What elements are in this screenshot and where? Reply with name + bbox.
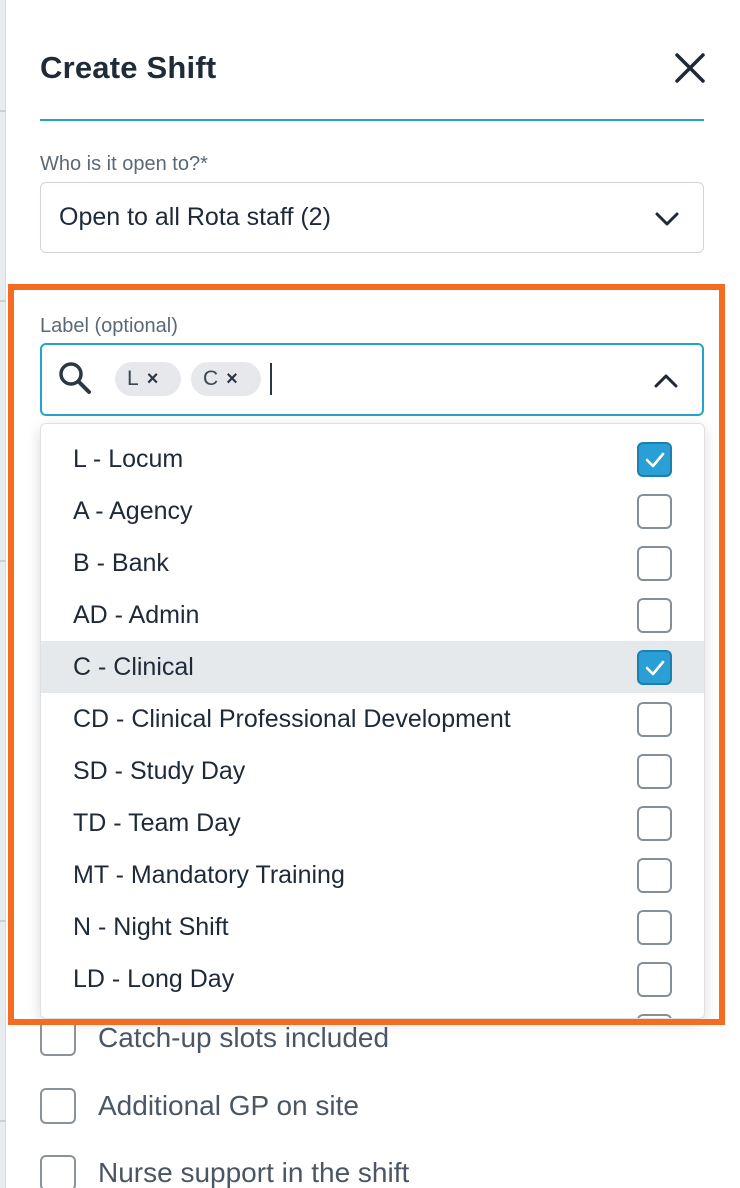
open-to-value: Open to all Rota staff (2) (59, 203, 331, 231)
close-icon (675, 53, 705, 83)
open-to-select[interactable]: Open to all Rota staff (2) (40, 182, 704, 253)
modal-title: Create Shift (40, 50, 217, 85)
nurse-support-checkbox[interactable] (40, 1155, 76, 1188)
additional-gp-label: Additional GP on site (98, 1090, 359, 1121)
nurse-support-label: Nurse support in the shift (98, 1157, 410, 1188)
nurse-support-option[interactable]: Nurse support in the shift (40, 1153, 409, 1188)
close-button[interactable] (670, 48, 710, 88)
title-divider (40, 119, 704, 121)
open-to-label: Who is it open to?* (40, 153, 208, 175)
additional-gp-option[interactable]: Additional GP on site (40, 1086, 359, 1126)
chevron-down-icon (655, 212, 679, 226)
catch-up-slots-label: Catch-up slots included (98, 1022, 390, 1053)
additional-gp-checkbox[interactable] (40, 1088, 76, 1124)
highlight-annotation-box (8, 284, 725, 1025)
catch-up-slots-checkbox[interactable] (40, 1020, 76, 1056)
